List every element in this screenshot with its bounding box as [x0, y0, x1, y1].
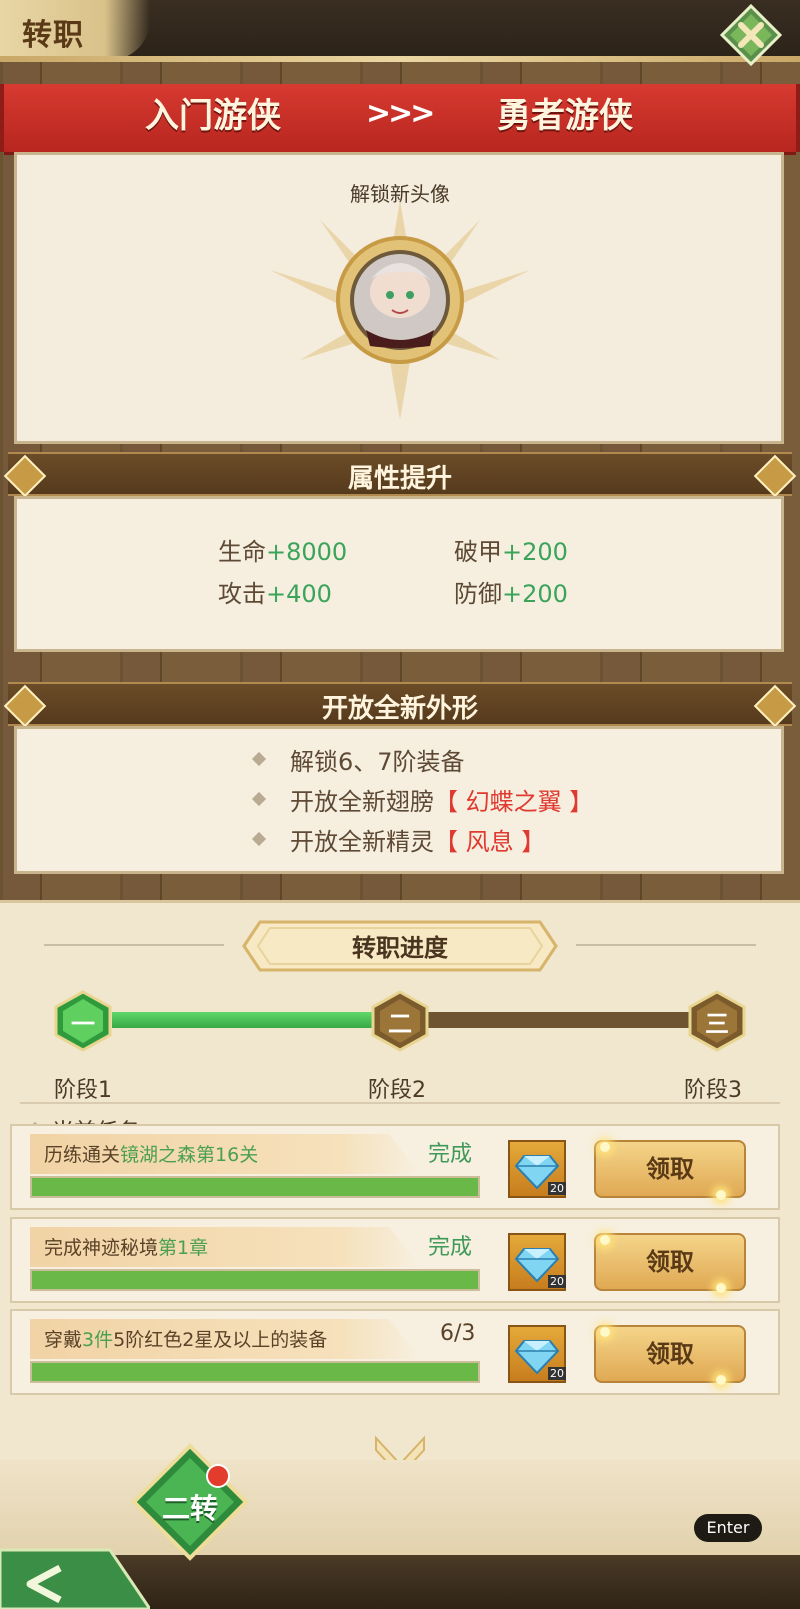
- stat-defense-value: +200: [502, 580, 568, 608]
- unlock-highlight: 【 幻蝶之翼 】: [434, 788, 594, 816]
- unlock-text: 开放全新翅膀: [290, 788, 434, 816]
- sparkle-effect: [600, 1142, 610, 1152]
- title-divider: [0, 56, 800, 62]
- enter-button[interactable]: Enter: [694, 1514, 762, 1542]
- from-class-label: 入门游侠: [145, 96, 281, 136]
- attributes-panel: [14, 496, 784, 652]
- task-highlight: 镜湖之森第16关: [120, 1144, 259, 1166]
- task-suffix: 5阶红色2星及以上的装备: [113, 1329, 328, 1351]
- reward-quantity: 20: [548, 1367, 566, 1380]
- stat-attack-value: +400: [266, 580, 332, 608]
- unlock-text: 开放全新精灵: [290, 828, 434, 856]
- claim-button[interactable]: 领取: [594, 1233, 746, 1291]
- stage-2-label: 阶段2: [368, 1078, 426, 1103]
- stat-attack: 攻击+400: [218, 574, 332, 609]
- unlock-item: 开放全新翅膀【 幻蝶之翼 】: [290, 782, 593, 817]
- to-class-label: 勇者游侠: [497, 96, 633, 136]
- attributes-title: 属性提升: [347, 464, 452, 494]
- sparkle-effect: [716, 1283, 726, 1293]
- unlock-item: 解锁6、7阶装备: [290, 742, 465, 777]
- claim-button[interactable]: 领取: [594, 1325, 746, 1383]
- stat-armor-break-name: 破甲: [454, 538, 502, 566]
- task-status: 6/3: [440, 1321, 476, 1346]
- advance-arrows: >>>: [366, 96, 435, 131]
- stat-hp: 生命+8000: [218, 532, 347, 567]
- close-button[interactable]: [720, 4, 782, 66]
- progress-title: 转职进度: [352, 934, 448, 962]
- stat-hp-value: +8000: [266, 538, 348, 566]
- stage-1-numeral: 一: [71, 1010, 95, 1038]
- task-highlight: 3件: [82, 1329, 114, 1351]
- stat-hp-name: 生命: [218, 538, 266, 566]
- reward-quantity: 20: [548, 1182, 566, 1195]
- task-prefix: 完成神迹秘境: [44, 1237, 159, 1259]
- stat-defense: 防御+200: [454, 574, 568, 609]
- stat-defense-name: 防御: [454, 580, 502, 608]
- unlock-highlight: 【 风息 】: [434, 828, 546, 856]
- stage-1-label: 阶段1: [54, 1078, 112, 1103]
- task-description: 完成神迹秘境第1章: [44, 1233, 208, 1260]
- unlock-text: 解锁6、7阶装备: [290, 748, 465, 776]
- reward-quantity: 20: [548, 1275, 566, 1288]
- task-description: 穿戴3件5阶红色2星及以上的装备: [44, 1325, 327, 1352]
- back-button[interactable]: [0, 1540, 150, 1609]
- sparkle-effect: [716, 1375, 726, 1385]
- task-status: 完成: [428, 1235, 473, 1260]
- page-title: 转职: [22, 18, 84, 53]
- notification-dot: [206, 1464, 230, 1488]
- unlock-item: 开放全新精灵【 风息 】: [290, 822, 545, 857]
- task-highlight: 第1章: [158, 1237, 209, 1259]
- stat-armor-break-value: +200: [502, 538, 568, 566]
- sparkle-effect: [600, 1327, 610, 1337]
- rank-badge-label: 二转: [161, 1492, 218, 1525]
- stage-2-numeral: 二: [388, 1010, 412, 1038]
- task-prefix: 历练通关: [44, 1144, 121, 1166]
- avatar-frame: [270, 200, 530, 420]
- sparkle-effect: [716, 1190, 726, 1200]
- stat-attack-name: 攻击: [218, 580, 266, 608]
- stage-3-label: 阶段3: [684, 1078, 742, 1103]
- stage-track-fill: [112, 1012, 402, 1028]
- task-prefix: 穿戴: [44, 1329, 83, 1351]
- stat-armor-break: 破甲+200: [454, 532, 568, 567]
- task-description: 历练通关镜湖之森第16关: [44, 1140, 258, 1167]
- appearance-title: 开放全新外形: [321, 694, 478, 724]
- sparkle-effect: [600, 1235, 610, 1245]
- stage-3-numeral: 三: [705, 1010, 729, 1038]
- task-progress-fill: [30, 1269, 480, 1291]
- claim-button[interactable]: 领取: [594, 1140, 746, 1198]
- task-status: 完成: [428, 1142, 473, 1167]
- task-divider: [20, 1102, 780, 1104]
- task-progress-fill: [30, 1361, 480, 1383]
- task-progress-fill: [30, 1176, 480, 1198]
